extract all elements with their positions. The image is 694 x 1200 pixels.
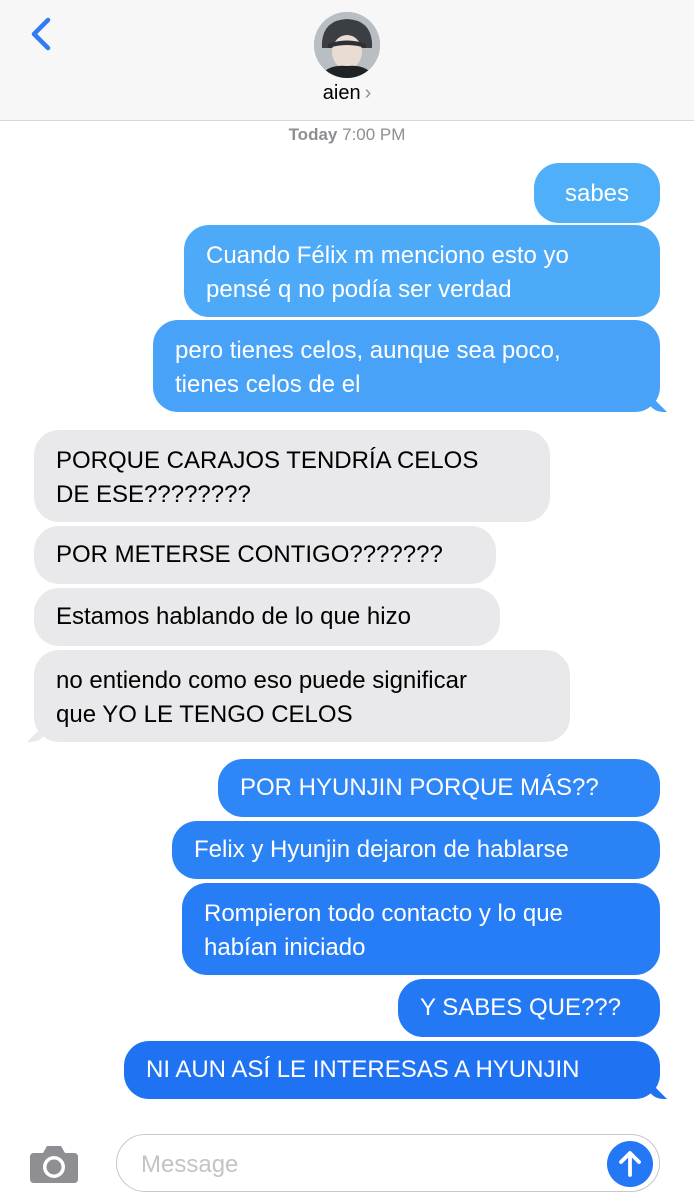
- message-text-line: PORQUE CARAJOS TENDRÍA CELOS: [56, 447, 479, 474]
- message-text: POR HYUNJIN PORQUE MÁS??: [240, 774, 599, 801]
- arrow-up-icon: [619, 1151, 641, 1177]
- message-bubble-sent[interactable]: NI AUN ASÍ LE INTERESAS A HYUNJIN: [124, 1041, 660, 1099]
- message-text: POR METERSE CONTIGO???????: [56, 541, 443, 568]
- message-text: Felix y Hyunjin dejaron de hablarse: [194, 836, 569, 863]
- message-text-line: pensé q no podía ser verdad: [206, 276, 512, 303]
- message-bubble-sent[interactable]: Y SABES QUE???: [398, 979, 660, 1037]
- message-text-line: Cuando Félix m menciono esto yo: [206, 242, 569, 269]
- message-input[interactable]: [139, 1147, 603, 1183]
- message-text-line: Rompieron todo contacto y lo que: [204, 900, 563, 927]
- message-bubble-received[interactable]: PORQUE CARAJOS TENDRÍA CELOS DE ESE?????…: [34, 430, 550, 522]
- conversation-header: aien ›: [0, 0, 694, 121]
- send-button[interactable]: [607, 1141, 653, 1187]
- back-button[interactable]: [22, 12, 62, 56]
- contact-avatar[interactable]: [314, 12, 380, 78]
- message-text-line: habían iniciado: [204, 934, 366, 961]
- message-text: Y SABES QUE???: [420, 994, 621, 1021]
- chevron-left-icon: [31, 17, 51, 51]
- message-bubble-sent[interactable]: Cuando Félix m menciono esto yo pensé q …: [184, 225, 660, 317]
- message-text: NI AUN ASÍ LE INTERESAS A HYUNJIN: [146, 1056, 580, 1083]
- contact-name: aien: [322, 82, 361, 104]
- message-text-line: que YO LE TENGO CELOS: [56, 701, 353, 728]
- timestamp-day: Today: [288, 125, 338, 144]
- message-bubble-sent[interactable]: sabes: [534, 163, 660, 223]
- camera-button[interactable]: [28, 1141, 80, 1185]
- message-bubble-received[interactable]: no entiendo como eso puede significar qu…: [34, 650, 570, 742]
- camera-icon: [30, 1146, 78, 1183]
- message-bubble-received[interactable]: POR METERSE CONTIGO???????: [34, 526, 496, 584]
- message-bubble-sent[interactable]: Felix y Hyunjin dejaron de hablarse: [172, 821, 660, 879]
- timestamp-time: 7:00 PM: [342, 125, 406, 144]
- message-text-line: pero tienes celos, aunque sea poco,: [175, 337, 561, 364]
- message-bubble-received[interactable]: Estamos hablando de lo que hizo: [34, 588, 500, 646]
- message-input-container[interactable]: [116, 1134, 660, 1192]
- message-text-line: no entiendo como eso puede significar: [56, 667, 467, 694]
- message-text: sabes: [564, 180, 630, 207]
- message-timestamp: Today 7:00 PM: [0, 125, 694, 145]
- message-bubble-sent[interactable]: Rompieron todo contacto y lo que habían …: [182, 883, 660, 975]
- message-text: Estamos hablando de lo que hizo: [56, 603, 411, 630]
- message-text-line: tienes celos de el: [175, 371, 361, 398]
- message-bubble-sent[interactable]: pero tienes celos, aunque sea poco, tien…: [153, 320, 660, 412]
- message-bubble-sent[interactable]: POR HYUNJIN PORQUE MÁS??: [218, 759, 660, 817]
- contact-name-button[interactable]: aien ›: [0, 82, 694, 105]
- chevron-right-icon: ›: [364, 82, 372, 104]
- message-text-line: DE ESE????????: [56, 481, 251, 508]
- avatar-photo: [314, 12, 380, 78]
